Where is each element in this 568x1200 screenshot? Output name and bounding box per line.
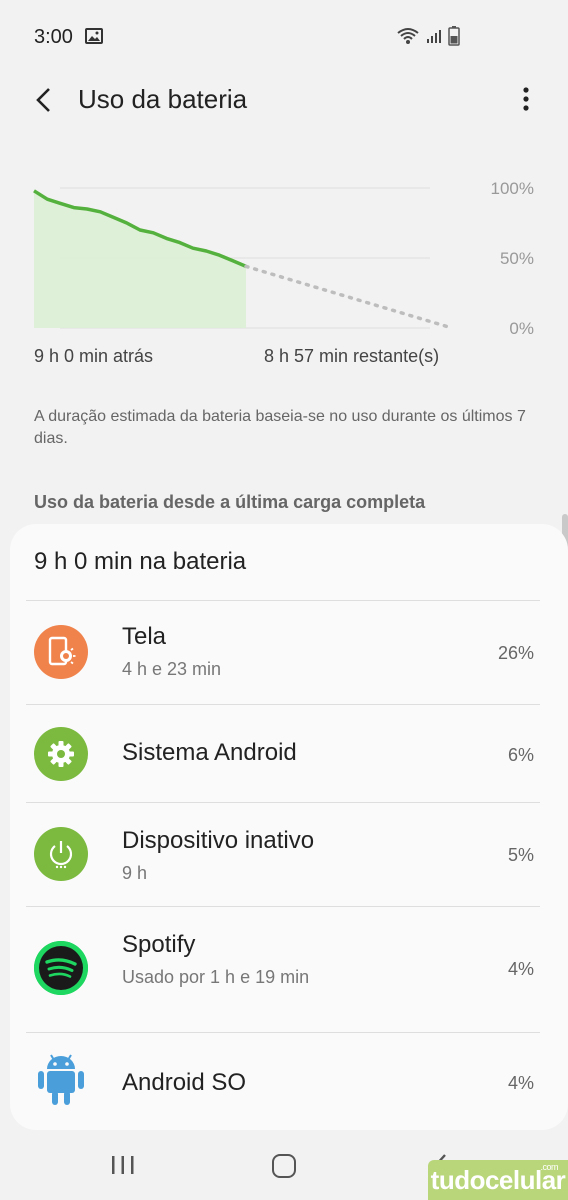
screen-brightness-icon [34,625,88,679]
android-icon [34,1051,88,1105]
spotify-icon [34,941,88,995]
card-title: 9 h 0 min na bateria [34,548,247,575]
estimate-note: A duração estimada da bateria baseia-se … [34,408,526,447]
gear-icon [34,727,88,781]
status-bar: 3:00 [0,0,568,74]
chart-remaining-label: 8 h 57 min restante(s) [264,346,440,366]
chart-start-label: 9 h 0 min atrás [34,346,154,366]
back-button[interactable] [28,84,60,116]
y-tick-label: 0% [509,319,534,338]
list-item[interactable]: Dispositivo inativo 9 h 5% [26,802,540,906]
usage-area [34,190,246,328]
list-item[interactable]: Spotify Usado por 1 h e 19 min 4% [26,906,540,1032]
recents-icon [112,1156,134,1174]
power-icon [34,827,88,881]
item-percent: 4% [507,959,534,979]
projection-line [244,264,454,330]
home-button[interactable] [272,1154,296,1178]
item-detail: 4 h e 23 min [122,659,222,679]
watermark-logo: tudocelular .com [428,1160,568,1200]
item-percent: 26% [497,643,534,663]
item-name: Spotify [122,931,196,958]
item-name: Sistema Android [122,739,297,766]
item-detail: 9 h [122,863,148,883]
item-percent: 4% [507,1073,534,1093]
item-name: Dispositivo inativo [122,827,315,854]
app-bar: Uso da bateria [0,74,568,130]
list-item[interactable]: Android SO 4% [26,1032,540,1130]
item-percent: 5% [507,845,534,865]
image-icon [85,28,103,49]
status-icons [396,26,460,51]
item-percent: 6% [507,745,534,765]
battery-icon [448,26,460,51]
y-tick-label: 100% [491,179,534,198]
signal-icon [426,28,442,49]
chevron-left-icon [36,88,50,112]
list-item[interactable]: Tela 4 h e 23 min 26% [26,600,540,704]
status-time: 3:00 [34,26,73,48]
wifi-icon [396,27,420,50]
list-item[interactable]: Sistema Android 6% [26,704,540,804]
more-vertical-icon [523,87,529,111]
recents-button[interactable] [110,1154,140,1178]
section-header: Uso da bateria desde a última carga comp… [34,492,426,512]
battery-usage-card: 9 h 0 min na bateria Tela 4 h e 23 min 2… [10,524,568,1130]
more-options-button[interactable] [514,82,538,116]
item-detail: Usado por 1 h e 19 min [122,967,310,987]
item-name: Tela [122,623,167,650]
item-name: Android SO [122,1069,247,1096]
page-title: Uso da bateria [78,84,248,114]
y-tick-label: 50% [500,249,534,268]
watermark-suffix: .com [540,1162,558,1172]
